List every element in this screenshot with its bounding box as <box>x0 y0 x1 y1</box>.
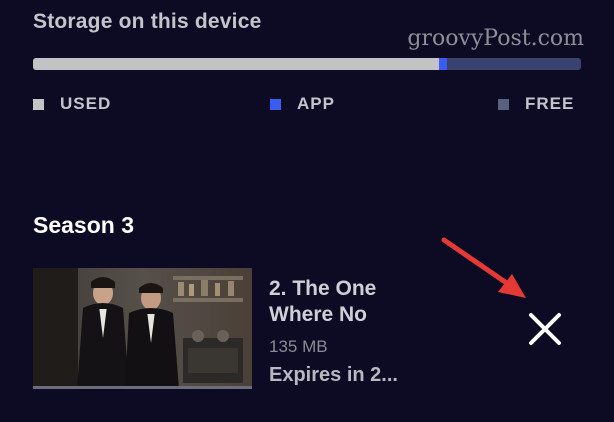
episode-thumbnail[interactable] <box>33 268 252 389</box>
annotation-arrow-icon <box>441 237 526 298</box>
watermark: groovyPost.com <box>407 26 584 51</box>
legend-app-swatch <box>270 98 281 110</box>
legend-free-swatch <box>498 98 509 110</box>
close-icon <box>529 313 561 345</box>
episode-expiry: Expires in 2... <box>269 364 398 386</box>
storage-bar-used <box>33 58 439 70</box>
storage-title: Storage on this device <box>33 10 262 33</box>
episode-size: 135 MB <box>269 337 328 356</box>
season-title: Season 3 <box>33 212 134 238</box>
delete-download-button[interactable] <box>522 306 568 352</box>
storage-bar <box>33 58 581 70</box>
legend-app: APP <box>270 94 335 114</box>
legend-free-label: FREE <box>525 94 575 113</box>
legend-app-label: APP <box>297 94 335 113</box>
legend-free: FREE <box>498 94 574 114</box>
legend-used: USED <box>33 94 111 114</box>
legend-used-swatch <box>33 98 44 110</box>
legend-used-label: USED <box>60 94 112 113</box>
storage-bar-app <box>438 58 447 70</box>
episode-thumbnail-image <box>33 268 252 389</box>
episode-title[interactable]: 2. The One Where No <box>269 276 419 328</box>
thumbnail-progress-bar <box>33 386 252 389</box>
